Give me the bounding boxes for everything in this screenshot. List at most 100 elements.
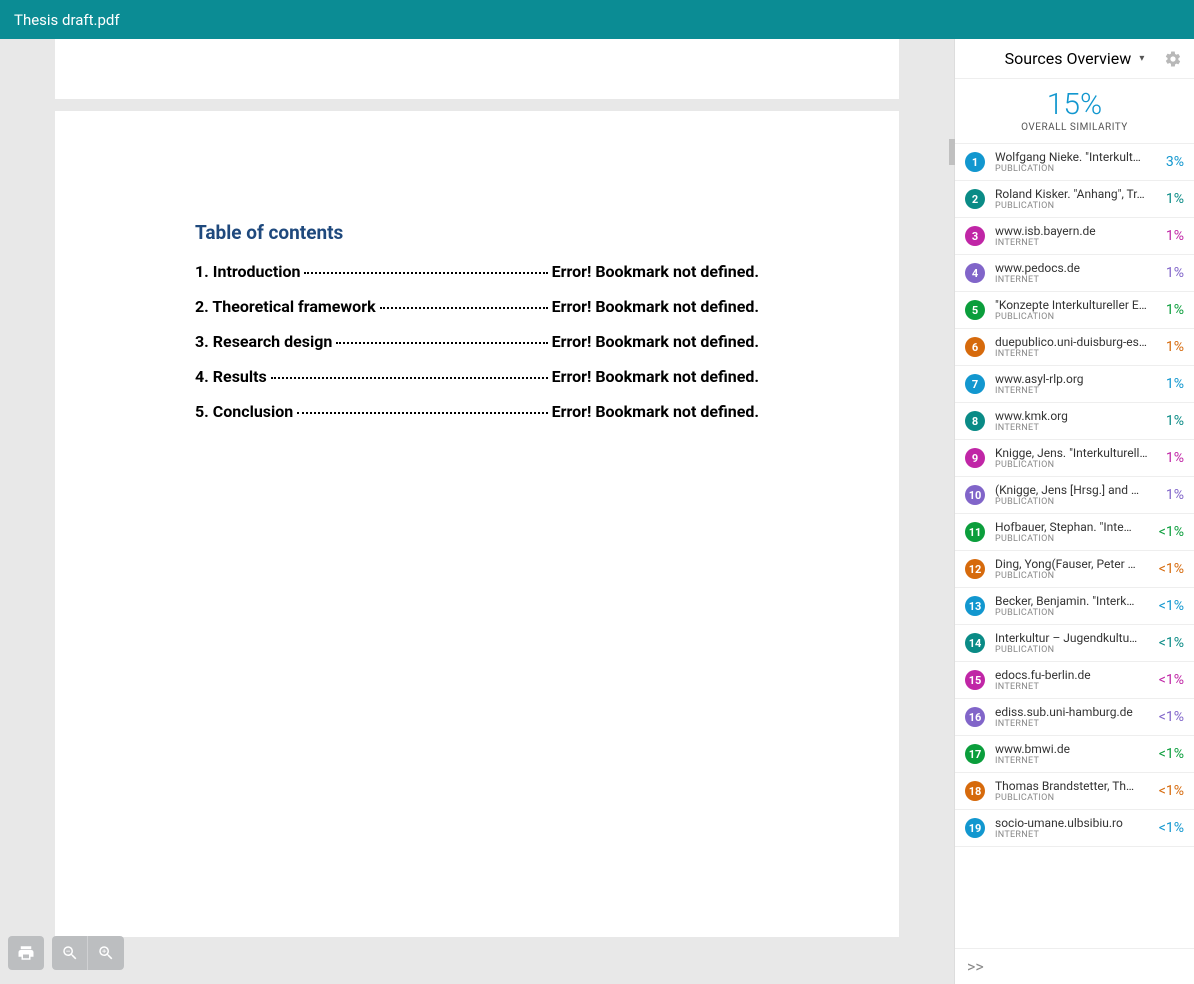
- toc-item-label: 2. Theoretical framework: [195, 297, 376, 316]
- toc-list: 1. Introduction Error! Bookmark not defin…: [195, 262, 759, 421]
- source-row[interactable]: 10 (Knigge, Jens [Hrsg.] and …PUBLICATION…: [955, 477, 1194, 514]
- more-button[interactable]: >>: [955, 948, 1194, 984]
- toc-item-label: 4. Results: [195, 367, 267, 386]
- source-type: INTERNET: [995, 238, 1160, 248]
- source-info: Roland Kisker. "Anhang", Tr…PUBLICATION: [995, 187, 1160, 211]
- source-percent: 1%: [1166, 450, 1184, 466]
- source-percent: <1%: [1159, 672, 1184, 688]
- source-percent: <1%: [1159, 635, 1184, 651]
- source-badge: 14: [965, 633, 985, 653]
- source-row[interactable]: 15 edocs.fu-berlin.deINTERNET <1%: [955, 662, 1194, 699]
- source-percent: 1%: [1166, 302, 1184, 318]
- source-info: duepublico.uni-duisburg-es…INTERNET: [995, 335, 1160, 359]
- source-type: PUBLICATION: [995, 164, 1160, 174]
- source-badge: 17: [965, 744, 985, 764]
- source-type: INTERNET: [995, 756, 1153, 766]
- source-info: www.bmwi.deINTERNET: [995, 742, 1153, 766]
- source-title: Becker, Benjamin. "Interk…: [995, 594, 1153, 608]
- source-info: Thomas Brandstetter, Th…PUBLICATION: [995, 779, 1153, 803]
- source-info: Becker, Benjamin. "Interk…PUBLICATION: [995, 594, 1153, 618]
- source-row[interactable]: 4www.pedocs.deINTERNET1%: [955, 255, 1194, 292]
- source-info: Ding, Yong(Fauser, Peter …PUBLICATION: [995, 557, 1153, 581]
- source-row[interactable]: 9 Knigge, Jens. "Interkulturell…PUBLICATI…: [955, 440, 1194, 477]
- gear-icon[interactable]: [1164, 50, 1182, 68]
- print-button[interactable]: [8, 936, 44, 970]
- source-badge: 15: [965, 670, 985, 690]
- source-row[interactable]: 7www.asyl-rlp.orgINTERNET1%: [955, 366, 1194, 403]
- source-row[interactable]: 17www.bmwi.deINTERNET<1%: [955, 736, 1194, 773]
- source-badge: 1: [965, 152, 985, 172]
- source-type: INTERNET: [995, 682, 1153, 692]
- source-info: ediss.sub.uni-hamburg.deINTERNET: [995, 705, 1153, 729]
- source-info: Hofbauer, Stephan. "Inte…PUBLICATION: [995, 520, 1153, 544]
- source-title: www.asyl-rlp.org: [995, 372, 1160, 386]
- source-row[interactable]: 19socio-umane.ulbsibiu.roINTERNET<1%: [955, 810, 1194, 847]
- zoom-in-button[interactable]: [88, 936, 124, 970]
- document-title: Thesis draft.pdf: [14, 11, 120, 29]
- source-title: Ding, Yong(Fauser, Peter …: [995, 557, 1153, 571]
- source-row[interactable]: 16ediss.sub.uni-hamburg.deINTERNET<1%: [955, 699, 1194, 736]
- source-badge: 18: [965, 781, 985, 801]
- source-row[interactable]: 5"Konzepte Interkultureller E…PUBLICATIO…: [955, 292, 1194, 329]
- source-percent: 1%: [1166, 413, 1184, 429]
- source-badge: 4: [965, 263, 985, 283]
- page-toc: Table of contents 1. Introduction Error! …: [55, 111, 899, 937]
- source-info: (Knigge, Jens [Hrsg.] and …PUBLICATION: [995, 483, 1160, 507]
- sidebar-header[interactable]: Sources Overview ▾: [955, 39, 1194, 79]
- source-type: INTERNET: [995, 275, 1160, 285]
- source-title: Knigge, Jens. "Interkulturell…: [995, 446, 1160, 460]
- source-badge: 13: [965, 596, 985, 616]
- source-title: www.isb.bayern.de: [995, 224, 1160, 238]
- source-row[interactable]: 14Interkultur – Jugendkultu…PUBLICATION<…: [955, 625, 1194, 662]
- toc-heading: Table of contents: [195, 221, 759, 244]
- source-title: (Knigge, Jens [Hrsg.] and …: [995, 483, 1160, 497]
- source-type: INTERNET: [995, 386, 1160, 396]
- source-title: Roland Kisker. "Anhang", Tr…: [995, 187, 1160, 201]
- source-badge: 16: [965, 707, 985, 727]
- source-row[interactable]: 8www.kmk.orgINTERNET1%: [955, 403, 1194, 440]
- source-title: Hofbauer, Stephan. "Inte…: [995, 520, 1153, 534]
- source-row[interactable]: 18 Thomas Brandstetter, Th…PUBLICATION <1%: [955, 773, 1194, 810]
- source-row[interactable]: 11Hofbauer, Stephan. "Inte…PUBLICATION<1…: [955, 514, 1194, 551]
- source-percent: 1%: [1166, 339, 1184, 355]
- source-title: ediss.sub.uni-hamburg.de: [995, 705, 1153, 719]
- source-row[interactable]: 13Becker, Benjamin. "Interk…PUBLICATION<…: [955, 588, 1194, 625]
- sources-list[interactable]: 1Wolfgang Nieke. "Interkult…PUBLICATION3…: [955, 144, 1194, 948]
- toc-error: Error! Bookmark not defined.: [552, 402, 759, 421]
- doc-scrollbar[interactable]: [949, 39, 955, 984]
- zoom-in-icon: [97, 944, 115, 962]
- source-info: socio-umane.ulbsibiu.roINTERNET: [995, 816, 1153, 840]
- toc-dots: [271, 377, 548, 379]
- toc-row: 3. Research designError! Bookmark not de…: [195, 332, 759, 351]
- source-title: edocs.fu-berlin.de: [995, 668, 1153, 682]
- source-badge: 10: [965, 485, 985, 505]
- source-type: PUBLICATION: [995, 793, 1153, 803]
- source-info: Knigge, Jens. "Interkulturell…PUBLICATIO…: [995, 446, 1160, 470]
- toc-item-label: 1. Introduction: [195, 262, 300, 281]
- source-info: www.isb.bayern.deINTERNET: [995, 224, 1160, 248]
- document-pane[interactable]: Table of contents 1. Introduction Error! …: [0, 39, 954, 984]
- sources-sidebar: Sources Overview ▾ 15% OVERALL SIMILARIT…: [954, 39, 1194, 984]
- source-type: PUBLICATION: [995, 497, 1160, 507]
- source-row[interactable]: 3www.isb.bayern.deINTERNET1%: [955, 218, 1194, 255]
- source-percent: <1%: [1159, 524, 1184, 540]
- source-percent: <1%: [1159, 783, 1184, 799]
- app-header: Thesis draft.pdf: [0, 0, 1194, 39]
- source-row[interactable]: 12Ding, Yong(Fauser, Peter …PUBLICATION<…: [955, 551, 1194, 588]
- source-type: PUBLICATION: [995, 608, 1153, 618]
- toc-row: 4. ResultsError! Bookmark not defined.: [195, 367, 759, 386]
- toc-row: 5. ConclusionError! Bookmark not defined…: [195, 402, 759, 421]
- overall-similarity: 15% OVERALL SIMILARITY: [955, 79, 1194, 144]
- source-type: PUBLICATION: [995, 534, 1153, 544]
- source-title: Thomas Brandstetter, Th…: [995, 779, 1153, 793]
- chevron-down-icon: ▾: [1139, 53, 1144, 64]
- overall-label: OVERALL SIMILARITY: [955, 122, 1194, 133]
- source-row[interactable]: 6 duepublico.uni-duisburg-es…INTERNET 1%: [955, 329, 1194, 366]
- source-row[interactable]: 2Roland Kisker. "Anhang", Tr…PUBLICATION…: [955, 181, 1194, 218]
- source-row[interactable]: 1Wolfgang Nieke. "Interkult…PUBLICATION3…: [955, 144, 1194, 181]
- source-badge: 9: [965, 448, 985, 468]
- page-previous: [55, 39, 899, 99]
- source-badge: 6: [965, 337, 985, 357]
- source-title: www.kmk.org: [995, 409, 1160, 423]
- zoom-out-button[interactable]: [52, 936, 88, 970]
